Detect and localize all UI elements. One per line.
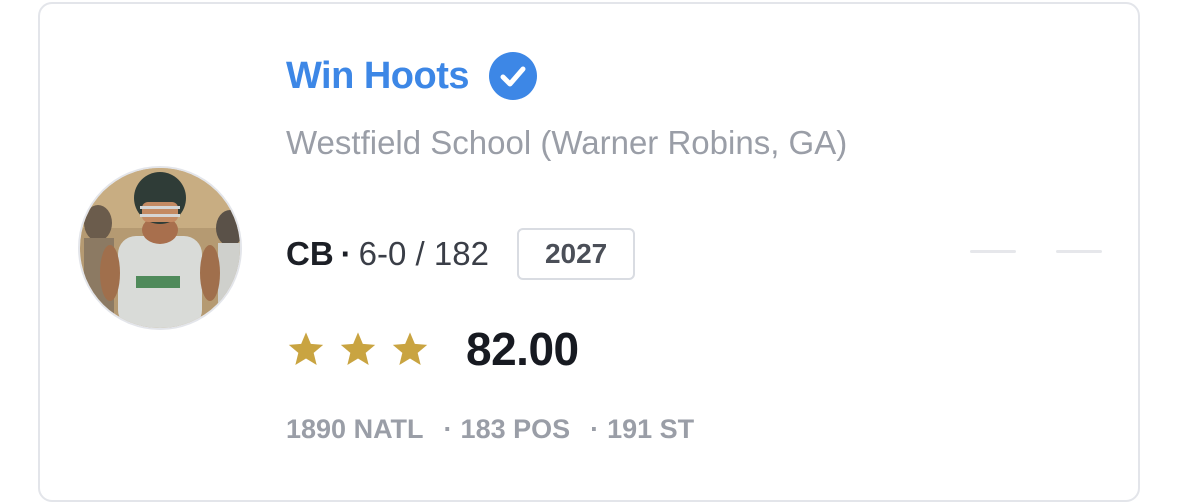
- rankings-row: 1890 NATL · 183 POS · 191 ST: [286, 414, 694, 445]
- placeholder-dash: [1056, 250, 1102, 253]
- player-info-row: CB · 6-0 / 182 2027: [286, 228, 636, 280]
- star-icon: [392, 332, 428, 365]
- info-separator: ·: [340, 235, 352, 272]
- star-icon: [288, 332, 324, 365]
- verified-check-icon: [489, 52, 538, 100]
- national-rank[interactable]: 1890 NATL: [286, 414, 424, 445]
- rating-score: 82.00: [466, 323, 579, 375]
- school-name[interactable]: Westfield School (Warner Robins, GA): [286, 118, 906, 168]
- placeholder-dash: [970, 250, 1016, 253]
- name-row: Win Hoots: [286, 52, 538, 100]
- rank-separator: ·: [443, 414, 453, 444]
- position-label: CB: [286, 235, 334, 272]
- height-weight: 6-0 / 182: [358, 235, 489, 272]
- player-avatar[interactable]: [78, 166, 242, 330]
- rating-row: 82.00: [286, 322, 579, 376]
- class-year-badge: 2027: [516, 228, 636, 280]
- state-rank[interactable]: 191 ST: [607, 414, 694, 445]
- player-name[interactable]: Win Hoots: [286, 55, 470, 98]
- player-photo: [80, 168, 240, 328]
- star-icon: [340, 332, 376, 365]
- rank-separator: ·: [590, 414, 600, 444]
- position-rank[interactable]: 183 POS: [461, 414, 571, 445]
